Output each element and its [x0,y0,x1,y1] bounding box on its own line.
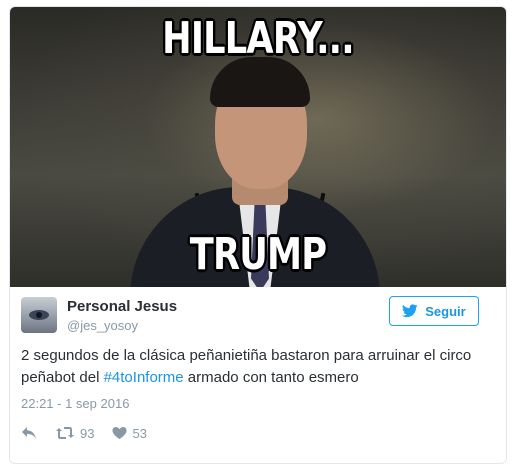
twitter-bird-icon [402,304,418,318]
avatar[interactable] [21,297,57,333]
pupil-shape [36,312,42,318]
follow-button[interactable]: Seguir [389,296,479,326]
retweet-icon [56,427,74,439]
tweet-text-after: armado con tanto esmero [183,369,359,386]
reply-button[interactable] [21,426,37,440]
like-button[interactable]: 53 [112,425,147,441]
author-handle[interactable]: @jes_yosoy [67,318,138,333]
tweet-timestamp[interactable]: 22:21 - 1 sep 2016 [21,396,129,411]
hashtag-link[interactable]: #4toInforme [104,369,184,386]
heart-icon [112,427,127,440]
meme-top-caption: HILLARY... [162,13,354,64]
author-display-name[interactable]: Personal Jesus [67,298,177,315]
like-count: 53 [132,425,147,441]
tweet-text: 2 segundos de la clásica peñanietiña bas… [21,345,481,389]
tweet-actions: 93 53 [21,423,147,443]
meme-bottom-caption: TRUMP [189,229,327,280]
tweet-media-image[interactable]: HILLARY... TRUMP [10,7,506,287]
retweet-button[interactable]: 93 [55,426,94,441]
follow-button-label: Seguir [425,303,466,319]
retweet-count: 93 [80,425,95,441]
reply-icon [22,427,36,439]
